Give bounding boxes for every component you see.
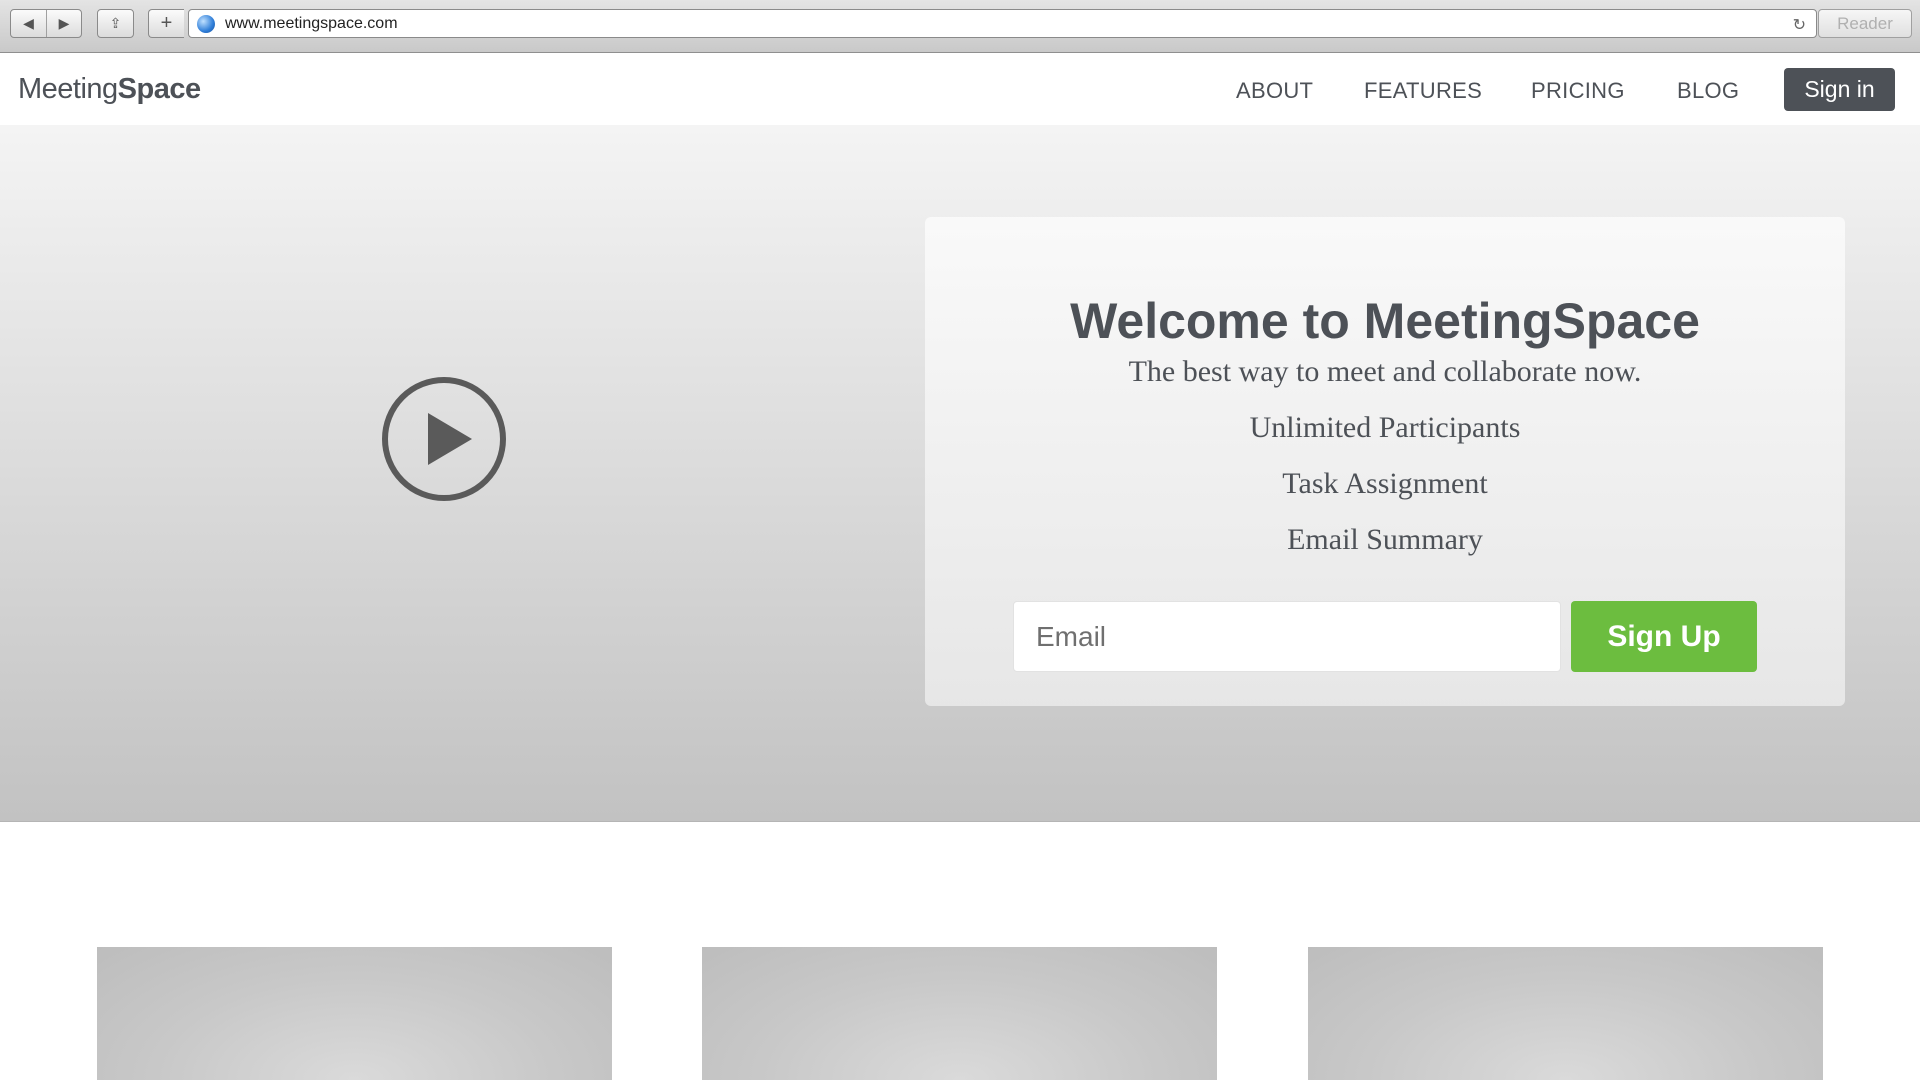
feature-image-2 <box>702 947 1217 1080</box>
nav-blog[interactable]: BLOG <box>1677 78 1739 104</box>
share-button[interactable]: ⇪ <box>98 10 133 37</box>
tagline: The best way to meet and collaborate now… <box>1128 355 1642 388</box>
feature-item: Task Assignment <box>1282 467 1488 500</box>
logo-text-bold: Space <box>117 73 201 105</box>
nav-features[interactable]: FEATURES <box>1364 78 1482 104</box>
feature-image-3 <box>1308 947 1823 1080</box>
back-button[interactable]: ◀ <box>11 10 46 37</box>
logo-text-light: Meeting <box>18 73 118 105</box>
site-header: MeetingSpace ABOUT FEATURES PRICING BLOG… <box>0 53 1920 125</box>
welcome-card: Welcome to MeetingSpace The best way to … <box>925 217 1845 706</box>
plus-icon: + <box>160 12 173 34</box>
forward-button[interactable]: ▶ <box>46 10 81 37</box>
nav-pricing[interactable]: PRICING <box>1531 78 1625 104</box>
feature-item: Unlimited Participants <box>1249 411 1521 444</box>
forward-arrow-icon: ▶ <box>58 15 70 31</box>
feature-item: Email Summary <box>1287 523 1483 556</box>
share-button-group: ⇪ <box>97 9 134 38</box>
globe-icon <box>197 14 215 33</box>
new-tab-button-group: + <box>148 9 184 38</box>
reload-icon[interactable]: ↻ <box>1793 15 1806 35</box>
hero-section: Welcome to MeetingSpace The best way to … <box>0 125 1920 822</box>
site-logo[interactable]: MeetingSpace <box>18 73 201 106</box>
address-bar[interactable]: www.meetingspace.com ↻ <box>188 9 1817 38</box>
history-buttons: ◀ ▶ <box>10 9 82 38</box>
new-tab-button[interactable]: + <box>149 10 184 37</box>
nav-about[interactable]: ABOUT <box>1236 78 1313 104</box>
sign-up-button[interactable]: Sign Up <box>1571 601 1757 672</box>
browser-toolbar: ◀ ▶ ⇪ + www.meetingspace.com ↻ Reader <box>0 0 1920 53</box>
share-icon: ⇪ <box>109 15 122 31</box>
back-arrow-icon: ◀ <box>23 15 34 31</box>
sign-in-button[interactable]: Sign in <box>1784 68 1895 111</box>
email-input[interactable] <box>1013 601 1561 672</box>
feature-image-1 <box>97 947 612 1080</box>
url-text: www.meetingspace.com <box>225 14 398 32</box>
reader-button[interactable]: Reader <box>1818 9 1912 38</box>
welcome-title: Welcome to MeetingSpace <box>1070 293 1700 349</box>
play-circle-icon[interactable] <box>380 375 508 503</box>
